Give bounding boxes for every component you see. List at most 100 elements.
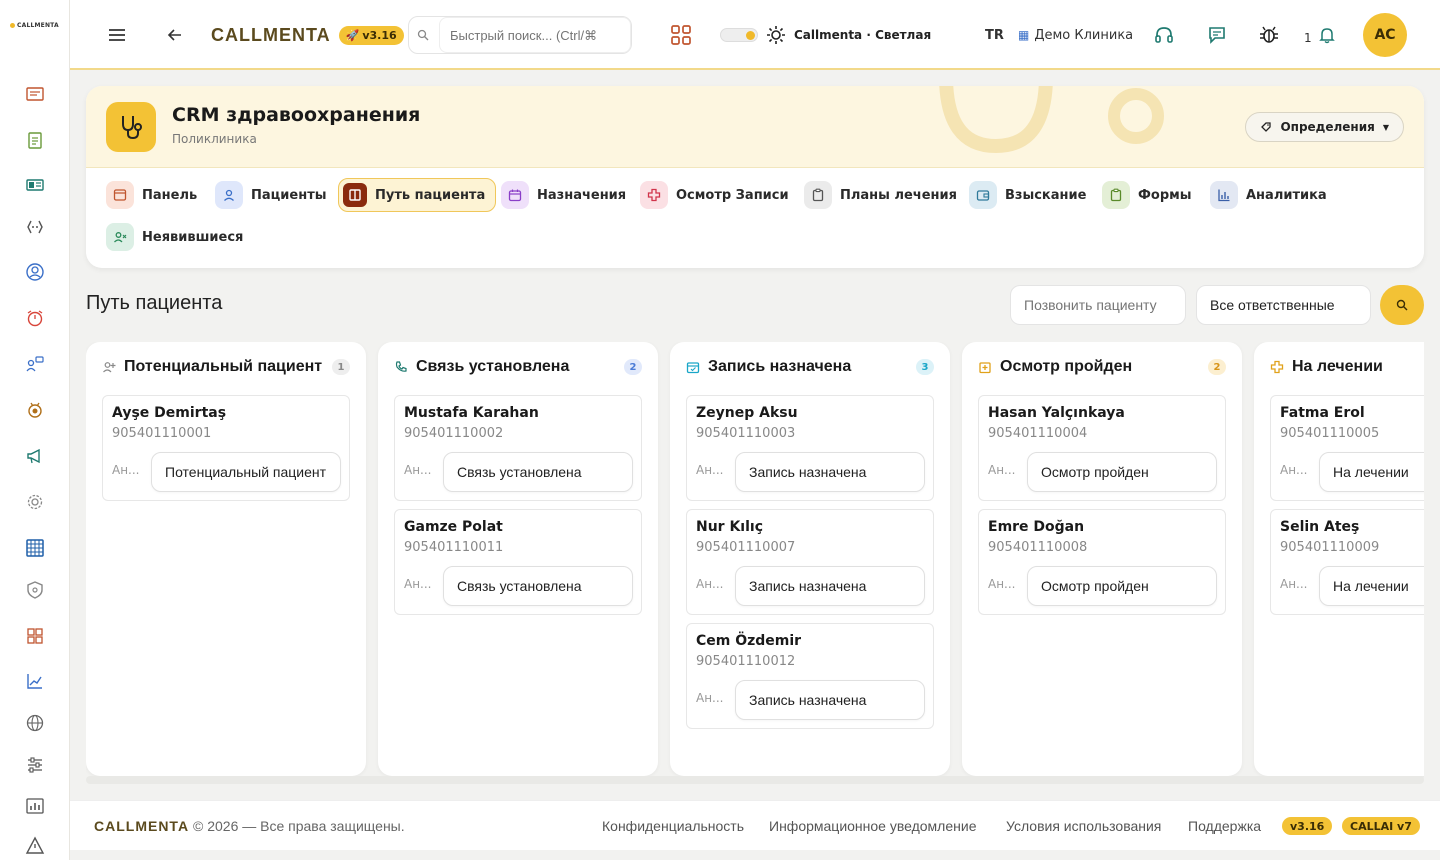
tab-patient-journey[interactable]: Путь пациента xyxy=(338,178,497,212)
tab-treatment-plans[interactable]: Планы лечения xyxy=(800,178,961,212)
language-switcher[interactable]: TR xyxy=(985,0,1004,70)
patient-card[interactable]: Emre Doğan 905401110008 Ан... Осмотр про… xyxy=(978,509,1226,615)
back-button[interactable] xyxy=(166,0,184,70)
patient-name: Ayşe Demirtaş xyxy=(112,405,227,421)
patient-card[interactable]: Fatma Erol 905401110005 Ан... На лечении xyxy=(1270,395,1424,501)
column-count: 2 xyxy=(1208,359,1226,375)
logo-mark-icon xyxy=(10,23,15,28)
column-title: Потенциальный пациент xyxy=(124,358,323,375)
rail-globe-icon[interactable] xyxy=(24,712,46,734)
rail-grid-icon[interactable] xyxy=(24,537,46,559)
patient-owner: Ан... xyxy=(404,577,432,591)
horizontal-scrollbar[interactable] xyxy=(86,776,1424,784)
patient-card[interactable]: Selin Ateş 905401110009 Ан... На лечении xyxy=(1270,509,1424,615)
building-icon: ▦ xyxy=(1018,28,1030,42)
patient-phone: 905401110001 xyxy=(112,426,212,441)
footer-link-terms[interactable]: Условия использования xyxy=(1006,818,1161,834)
rail-code-icon[interactable] xyxy=(24,216,46,238)
quick-search xyxy=(408,0,632,70)
stage-select[interactable]: Запись назначена xyxy=(735,680,925,720)
tab-dashboard[interactable]: Панель xyxy=(102,178,201,212)
patient-owner: Ан... xyxy=(404,463,432,477)
owner-filter-select[interactable]: Все ответственные xyxy=(1196,285,1371,325)
rail-clipboard-icon[interactable] xyxy=(24,129,46,151)
rail-user-chat-icon[interactable] xyxy=(24,353,46,375)
clinic-selector[interactable]: ▦ Демо Клиника xyxy=(1018,0,1133,70)
bug-icon xyxy=(1260,26,1278,43)
tab-no-shows[interactable]: Неявившиеся xyxy=(102,220,247,254)
bug-report-button[interactable] xyxy=(1258,0,1280,70)
rail-logo[interactable]: CALLMENTA xyxy=(10,22,59,29)
theme-switcher[interactable]: Callmenta · Светлая xyxy=(720,0,931,70)
rail-sliders-icon[interactable] xyxy=(24,754,46,776)
patient-owner: Ан... xyxy=(1280,463,1308,477)
patient-owner: Ан... xyxy=(696,691,724,705)
patient-phone: 905401110012 xyxy=(696,654,796,669)
rail-id-card-icon[interactable] xyxy=(24,174,46,196)
quick-search-input[interactable] xyxy=(439,17,631,53)
patient-owner: Ан... xyxy=(1280,577,1308,591)
stage-select[interactable]: На лечении xyxy=(1319,452,1424,492)
rail-megaphone-icon[interactable] xyxy=(24,445,46,467)
stage-select[interactable]: Осмотр пройден xyxy=(1027,452,1217,492)
rail-medal-icon[interactable] xyxy=(24,399,46,421)
rail-alarm-icon[interactable] xyxy=(24,307,46,329)
tab-collections[interactable]: Взыскание xyxy=(965,178,1090,212)
patient-owner: Ан... xyxy=(112,463,140,477)
tab-forms[interactable]: Формы xyxy=(1098,178,1196,212)
footer-link-privacy[interactable]: Конфиденциальность xyxy=(602,818,744,834)
footer-link-support[interactable]: Поддержка xyxy=(1188,818,1261,834)
patient-phone: 905401110009 xyxy=(1280,540,1380,555)
stage-select[interactable]: На лечении xyxy=(1319,566,1424,606)
call-patient-input[interactable] xyxy=(1010,285,1186,325)
rail-line-chart-icon[interactable] xyxy=(24,670,46,692)
patient-card[interactable]: Nur Kılıç 905401110007 Ан... Запись назн… xyxy=(686,509,934,615)
tab-appointments[interactable]: Назначения xyxy=(497,178,630,212)
stage-select[interactable]: Запись назначена xyxy=(735,452,925,492)
theme-toggle[interactable] xyxy=(720,28,758,42)
column-title: Осмотр пройден xyxy=(1000,358,1133,375)
patient-card[interactable]: Gamze Polat 905401110011 Ан... Связь уст… xyxy=(394,509,642,615)
user-menu[interactable]: AC xyxy=(1363,0,1407,70)
menu-button[interactable] xyxy=(106,0,128,70)
tab-patients[interactable]: Пациенты xyxy=(211,178,331,212)
brand-name: CALLMENTA xyxy=(211,24,331,45)
column-title: На лечении xyxy=(1292,358,1383,375)
patient-card[interactable]: Mustafa Karahan 905401110002 Ан... Связь… xyxy=(394,395,642,501)
search-button[interactable] xyxy=(1380,285,1424,325)
patient-card[interactable]: Cem Özdemir 905401110012 Ан... Запись на… xyxy=(686,623,934,729)
tab-analytics[interactable]: Аналитика xyxy=(1206,178,1331,212)
tab-exam-records[interactable]: Осмотр Записи xyxy=(636,178,793,212)
rail-warning-icon[interactable] xyxy=(24,835,46,857)
stage-select[interactable]: Связь установлена xyxy=(443,452,633,492)
rail-user-circle-icon[interactable] xyxy=(24,261,46,283)
rail-dashboard-icon[interactable] xyxy=(24,83,46,105)
apps-grid-icon xyxy=(671,25,691,45)
apps-button[interactable] xyxy=(670,0,692,70)
user-icon xyxy=(215,181,243,209)
patient-card[interactable]: Zeynep Aksu 905401110003 Ан... Запись на… xyxy=(686,395,934,501)
rail-boxes-icon[interactable] xyxy=(24,625,46,647)
module-title: CRM здравоохранения xyxy=(172,104,421,126)
stage-select[interactable]: Связь установлена xyxy=(443,566,633,606)
stage-select[interactable]: Потенциальный пациент xyxy=(151,452,341,492)
rail-shield-icon[interactable] xyxy=(24,579,46,601)
messages-button[interactable] xyxy=(1207,0,1227,70)
support-button[interactable] xyxy=(1153,0,1175,70)
rail-bar-chart-icon[interactable] xyxy=(24,795,46,817)
brand[interactable]: CALLMENTA 🚀 v3.16 xyxy=(211,0,404,70)
stage-select[interactable]: Осмотр пройден xyxy=(1027,566,1217,606)
rail-gear-icon[interactable] xyxy=(24,491,46,513)
avatar[interactable]: AC xyxy=(1363,13,1407,57)
notifications-button[interactable]: 1 xyxy=(1304,0,1336,70)
patient-card[interactable]: Ayşe Demirtaş 905401110001 Ан... Потенци… xyxy=(102,395,350,501)
patient-name: Gamze Polat xyxy=(404,519,503,535)
wallet-icon xyxy=(969,181,997,209)
column-count: 2 xyxy=(624,359,642,375)
bar-chart-icon xyxy=(1210,181,1238,209)
kanban-column-examined: Осмотр пройден 2 Hasan Yalçınkaya 905401… xyxy=(962,342,1242,776)
footer-link-notice[interactable]: Информационное уведомление xyxy=(769,818,976,834)
stage-select[interactable]: Запись назначена xyxy=(735,566,925,606)
patient-card[interactable]: Hasan Yalçınkaya 905401110004 Ан... Осмо… xyxy=(978,395,1226,501)
definitions-button[interactable]: Определения ▼ xyxy=(1245,112,1404,142)
